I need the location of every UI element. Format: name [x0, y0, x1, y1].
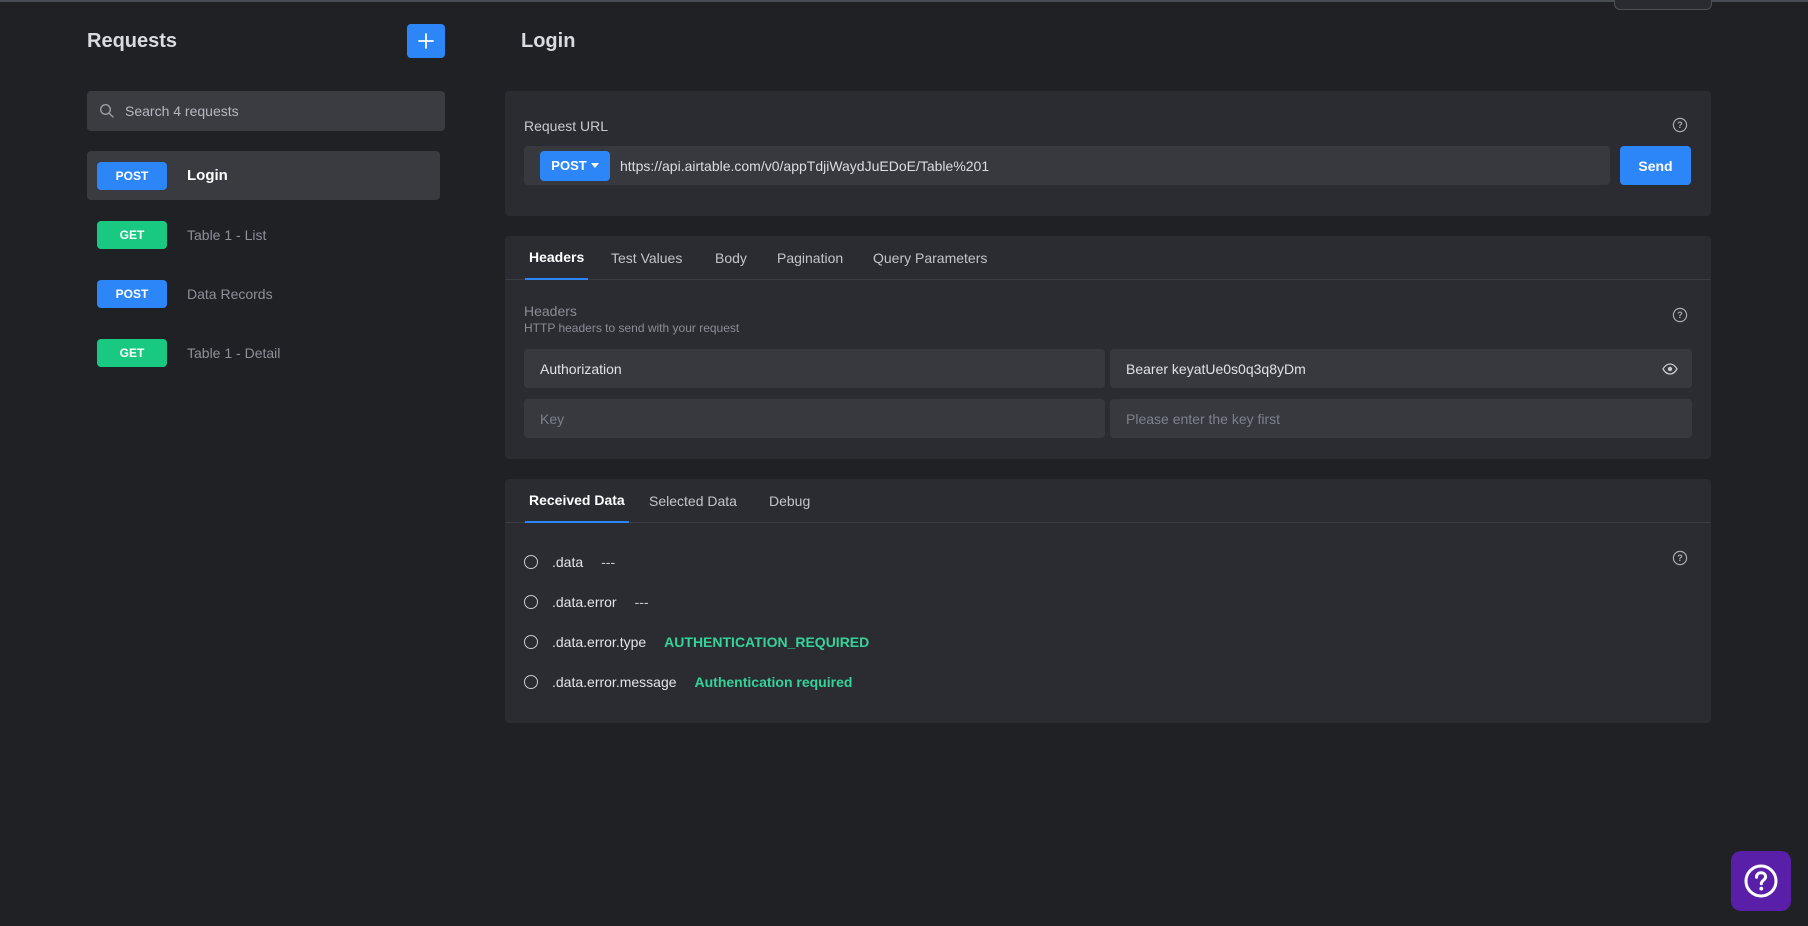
tab-headers[interactable]: Headers — [525, 236, 589, 280]
data-value: Authentication required — [694, 674, 853, 690]
search-icon — [99, 103, 114, 118]
search-input[interactable]: Search 4 requests — [87, 91, 445, 131]
method-dropdown-label: POST — [551, 158, 587, 173]
method-badge: GET — [97, 220, 167, 249]
received-data-row[interactable]: .data.error.type AUTHENTICATION_REQUIRED — [524, 632, 869, 652]
tab-test-values[interactable]: Test Values — [607, 236, 686, 280]
tab-pagination[interactable]: Pagination — [773, 236, 847, 280]
request-name: Table 1 - Detail — [187, 344, 281, 361]
radio-button[interactable] — [524, 595, 538, 609]
received-data-row[interactable]: .data --- — [524, 552, 615, 572]
data-path: .data — [552, 554, 584, 570]
top-border — [0, 0, 1808, 2]
url-input[interactable]: POST https://api.airtable.com/v0/appTdji… — [524, 146, 1610, 185]
tab-body[interactable]: Body — [711, 236, 751, 280]
question-circle-icon[interactable]: ? — [1672, 117, 1688, 133]
request-item-login[interactable]: POST Login — [87, 151, 440, 200]
request-config-card: Headers Test Values Body Pagination Quer… — [505, 236, 1711, 459]
page-title: Login — [521, 30, 576, 52]
config-tabs: Headers Test Values Body Pagination Quer… — [505, 236, 1711, 280]
method-badge: POST — [97, 161, 167, 190]
request-name: Table 1 - List — [187, 226, 267, 243]
data-path: .data.error — [552, 594, 617, 610]
svg-text:?: ? — [1677, 310, 1683, 320]
data-path: .data.error.message — [552, 674, 677, 690]
caret-down-icon — [590, 163, 599, 168]
tab-debug[interactable]: Debug — [765, 479, 814, 523]
svg-text:?: ? — [1677, 120, 1683, 130]
request-item-table-1-detail[interactable]: GET Table 1 - Detail — [87, 328, 440, 377]
data-value: --- — [601, 554, 616, 570]
svg-text:?: ? — [1677, 553, 1683, 563]
header-key-field[interactable]: Authorization — [524, 349, 1105, 388]
method-badge: GET — [97, 338, 167, 367]
request-url-label: Request URL — [524, 118, 609, 134]
headers-section-title: Headers — [524, 303, 577, 319]
url-value: https://api.airtable.com/v0/appTdjiWaydJ… — [620, 157, 990, 174]
tab-received-data[interactable]: Received Data — [525, 479, 629, 523]
new-header-value-field[interactable]: Please enter the key first — [1110, 399, 1692, 438]
response-card: Received Data Selected Data Debug ? .dat… — [505, 479, 1711, 723]
tab-selected-data[interactable]: Selected Data — [645, 479, 741, 523]
plus-icon — [418, 33, 434, 49]
request-item-data-records[interactable]: POST Data Records — [87, 269, 440, 318]
request-url-card: Request URL ? POST https://api.airtable.… — [505, 91, 1711, 216]
headers-section-subtitle: HTTP headers to send with your request — [524, 321, 740, 335]
add-request-button[interactable] — [407, 24, 445, 58]
request-name: Login — [187, 167, 228, 184]
received-data-row[interactable]: .data.error.message Authentication requi… — [524, 672, 852, 692]
result-tabs: Received Data Selected Data Debug — [505, 479, 1711, 523]
request-item-table-1-list[interactable]: GET Table 1 - List — [87, 210, 440, 259]
data-path: .data.error.type — [552, 634, 647, 650]
method-dropdown[interactable]: POST — [540, 150, 610, 181]
support-button[interactable] — [1731, 851, 1791, 911]
header-value-field[interactable]: Bearer keyatUe0s0q3q8yDm — [1110, 349, 1692, 388]
tab-query-parameters[interactable]: Query Parameters — [869, 236, 991, 280]
data-value: --- — [634, 594, 649, 610]
top-menu-button[interactable] — [1614, 0, 1712, 10]
radio-button[interactable] — [524, 675, 538, 689]
method-badge: POST — [97, 279, 167, 308]
header-value-text: Bearer keyatUe0s0q3q8yDm — [1126, 360, 1306, 377]
question-circle-icon[interactable]: ? — [1672, 307, 1688, 323]
radio-button[interactable] — [524, 635, 538, 649]
data-value: AUTHENTICATION_REQUIRED — [664, 634, 870, 650]
received-data-row[interactable]: .data.error --- — [524, 592, 649, 612]
radio-button[interactable] — [524, 555, 538, 569]
send-button[interactable]: Send — [1620, 146, 1691, 185]
question-circle-icon — [1744, 864, 1778, 898]
eye-icon[interactable] — [1662, 361, 1678, 377]
new-header-key-field[interactable]: Key — [524, 399, 1105, 438]
sidebar-title: Requests — [87, 30, 178, 52]
question-circle-icon[interactable]: ? — [1672, 550, 1688, 566]
search-placeholder: Search 4 requests — [125, 103, 239, 119]
request-name: Data Records — [187, 285, 273, 302]
